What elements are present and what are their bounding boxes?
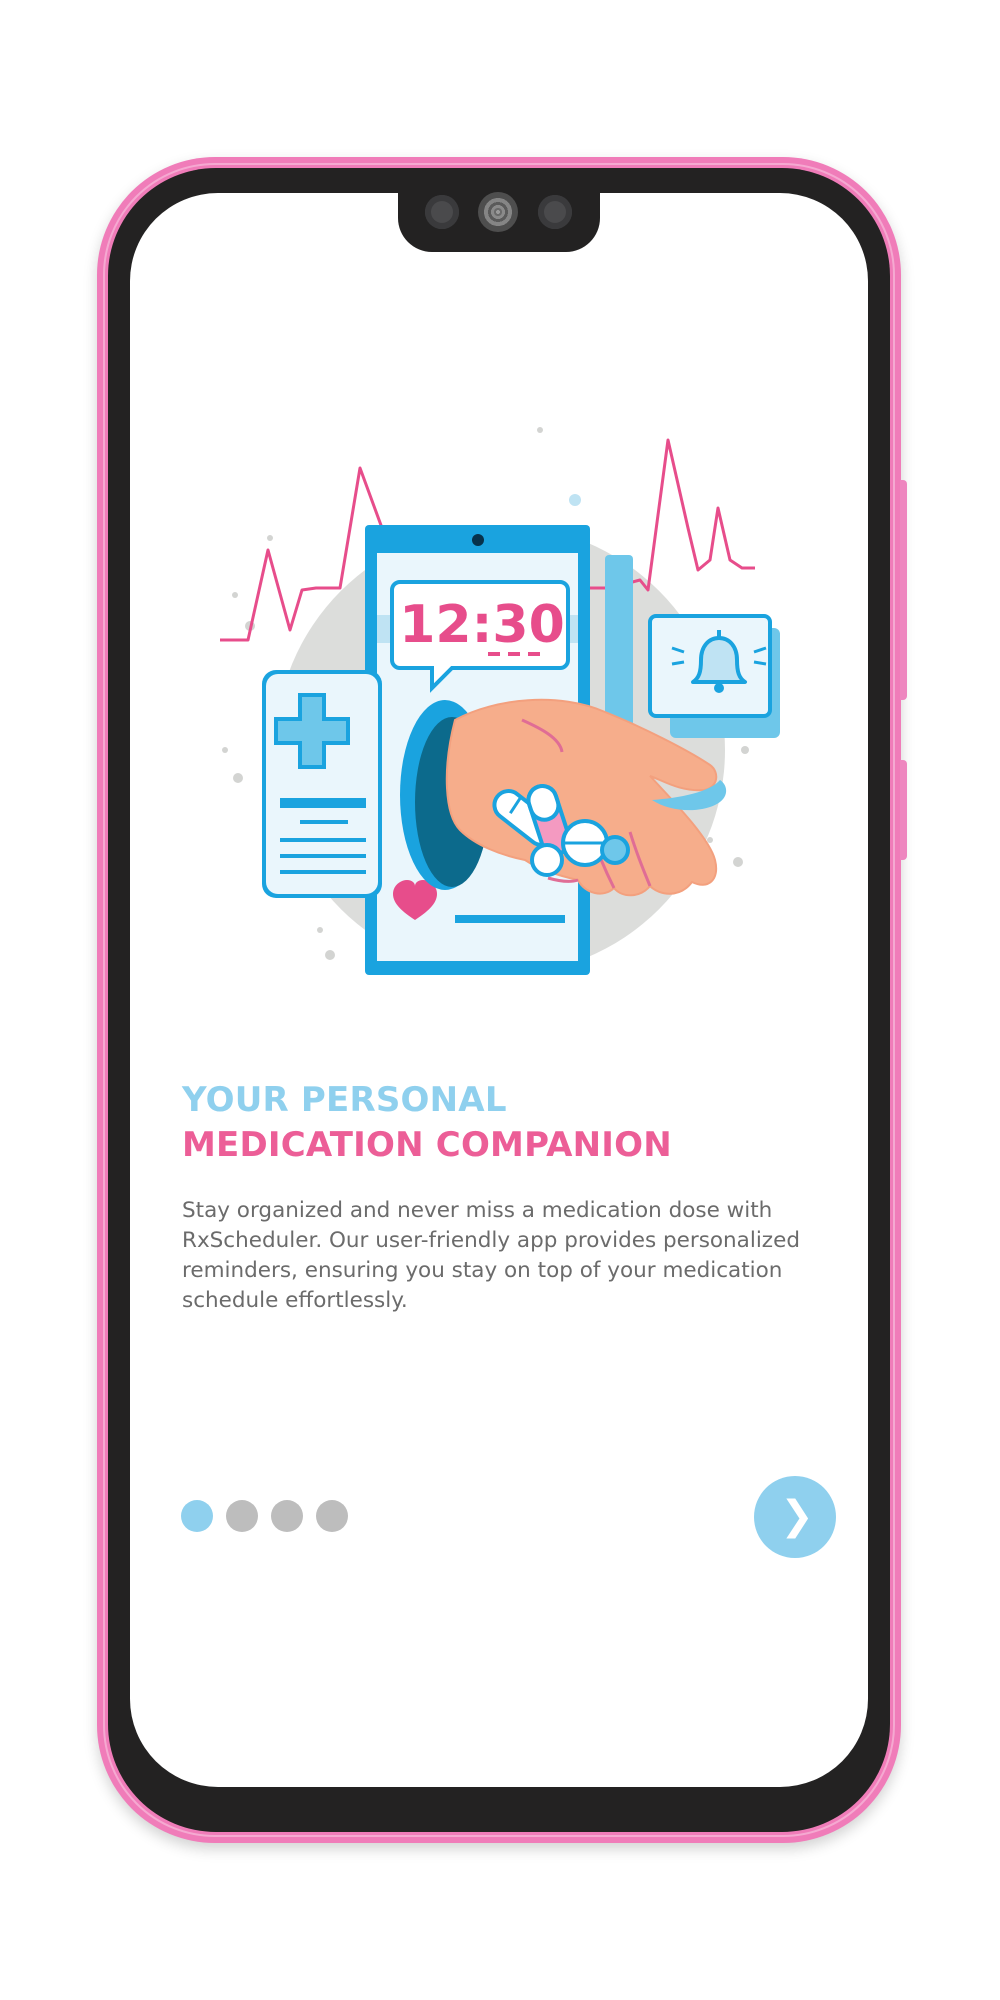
medication-reminder-illustration: 12:30 [220,427,780,975]
speaker-grille-icon [478,192,518,232]
page-dot-3[interactable] [271,1500,303,1532]
power-button [900,760,907,860]
page-indicator [181,1500,348,1532]
title-line-personal: YOUR PERSONAL [182,1080,507,1120]
onboarding-title: YOUR PERSONAL MEDICATION COMPANION [182,1078,802,1168]
page-dot-2[interactable] [226,1500,258,1532]
onboarding-description: Stay organized and never miss a medicati… [182,1198,800,1313]
device-mockup: 12:30 YOUR PERSONAL MEDICATION COMPANION… [0,0,1000,2000]
sensor-icon [538,195,572,229]
volume-button [900,480,907,700]
page-dot-1[interactable] [181,1500,213,1532]
title-line-companion: MEDICATION COMPANION [182,1125,672,1165]
next-button[interactable]: ❯ [754,1476,836,1558]
clock-time: 12:30 [399,595,565,655]
page-dot-4[interactable] [316,1500,348,1532]
chevron-right-icon: ❯ [780,1492,814,1539]
front-camera-icon [425,195,459,229]
